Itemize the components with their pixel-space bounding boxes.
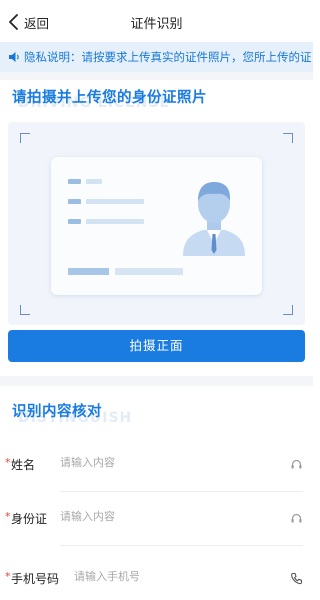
headset-icon[interactable] — [290, 512, 303, 525]
row-divider — [60, 491, 303, 492]
card-text-line — [86, 179, 102, 184]
id-number-label: 身份证 — [11, 512, 48, 526]
section-divider — [0, 72, 313, 80]
id-card-illustration — [51, 157, 262, 295]
id-number-input[interactable] — [60, 505, 260, 527]
frame-corner-bottom-left — [20, 305, 30, 315]
verify-section-title: 识别内容核对 — [12, 404, 102, 420]
card-text-line — [86, 199, 144, 204]
frame-corner-bottom-right — [283, 305, 293, 315]
form-row-id-number: * 身份证 — [0, 494, 313, 546]
form-row-name: * 姓名 — [0, 440, 313, 492]
name-label: 姓名 — [11, 458, 36, 472]
phone-input[interactable] — [74, 565, 274, 587]
verify-section-header: DISTINGUISH 识别内容核对 — [12, 400, 131, 426]
shoot-front-button[interactable]: 拍摄正面 — [8, 330, 305, 362]
person-icon — [183, 182, 245, 256]
capture-section-header: DRIVING LICENSE 请拍摄并上传您的身份证照片 — [12, 86, 207, 111]
required-mark: * — [5, 570, 11, 583]
required-mark: * — [5, 510, 11, 523]
speaker-icon — [9, 52, 19, 62]
id-card-capture-area[interactable] — [8, 122, 305, 325]
privacy-notice-label: 隐私说明： — [24, 50, 82, 64]
privacy-notice-bar: 隐私说明： 请按要求上传真实的证件照片，您所上传的证 — [0, 42, 313, 72]
card-text-line — [86, 219, 144, 224]
privacy-notice-text: 请按要求上传真实的证件照片，您所上传的证 — [81, 50, 312, 64]
nav-bar: 返回 证件识别 — [0, 0, 313, 42]
frame-corner-top-right — [283, 133, 293, 143]
phone-label: 手机号码 — [11, 572, 60, 586]
card-id-number-line — [115, 268, 183, 275]
name-input[interactable] — [60, 451, 260, 473]
card-bullet — [68, 219, 81, 224]
card-bullet — [68, 179, 81, 184]
section-divider — [0, 376, 313, 386]
row-divider — [60, 545, 303, 546]
required-mark: * — [5, 456, 11, 469]
page-title: 证件识别 — [130, 17, 183, 32]
form-row-phone: * 手机号码 — [0, 554, 313, 600]
card-bullet — [68, 199, 81, 204]
frame-corner-top-left — [20, 133, 30, 143]
card-id-number-block — [68, 268, 109, 275]
capture-section-title: 请拍摄并上传您的身份证照片 — [12, 90, 207, 106]
phone-icon[interactable] — [290, 572, 303, 585]
headset-icon[interactable] — [290, 458, 303, 471]
